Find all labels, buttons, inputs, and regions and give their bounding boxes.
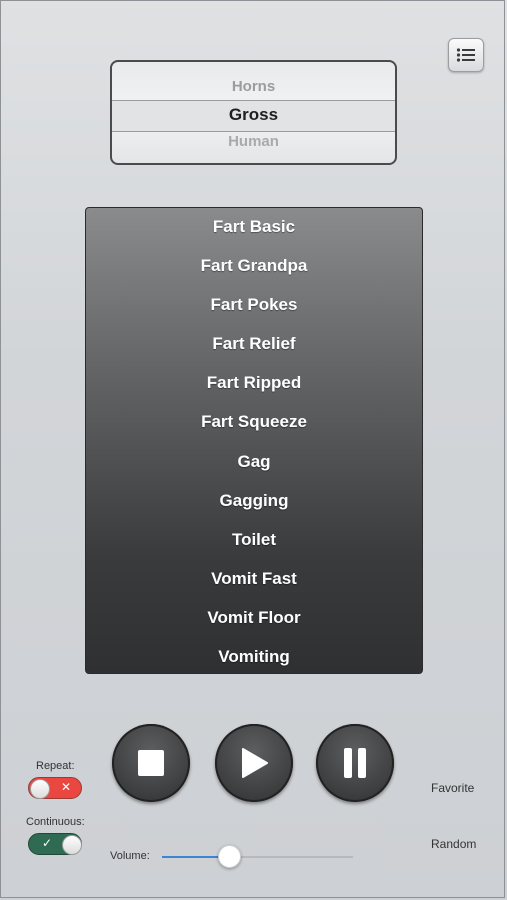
pause-button[interactable] xyxy=(316,724,394,802)
category-picker[interactable]: Horns Gross Human xyxy=(110,60,397,165)
sound-item[interactable]: Vomiting xyxy=(86,637,422,673)
sound-item[interactable]: Fart Pokes xyxy=(86,285,422,324)
volume-slider-thumb[interactable] xyxy=(218,845,241,868)
volume-slider-track[interactable] xyxy=(230,856,353,858)
sound-item[interactable]: Vomit Fast xyxy=(86,559,422,598)
play-icon xyxy=(242,748,268,778)
stop-icon xyxy=(138,750,164,776)
sound-item[interactable]: Gagging xyxy=(86,481,422,520)
repeat-label: Repeat: xyxy=(36,760,75,772)
pause-icon xyxy=(344,748,366,778)
continuous-label: Continuous: xyxy=(26,816,85,828)
picker-option-above[interactable]: Horns xyxy=(112,78,395,95)
sound-item[interactable]: Vomit Floor xyxy=(86,598,422,637)
sound-item[interactable]: Fart Grandpa xyxy=(86,246,422,285)
sound-item[interactable]: Fart Basic xyxy=(86,208,422,246)
picker-option-below[interactable]: Human xyxy=(112,133,395,150)
play-button[interactable] xyxy=(215,724,293,802)
repeat-toggle-knob xyxy=(30,779,50,799)
sound-list[interactable]: Fart Basic Fart Grandpa Fart Pokes Fart … xyxy=(85,207,423,674)
sound-item[interactable]: Gag xyxy=(86,442,422,481)
sound-item[interactable]: Fart Relief xyxy=(86,324,422,363)
repeat-toggle[interactable]: ✕ xyxy=(28,777,82,799)
stop-button[interactable] xyxy=(112,724,190,802)
checkmark-icon: ✓ xyxy=(42,836,53,850)
sound-item[interactable]: Toilet xyxy=(86,520,422,559)
menu-button[interactable] xyxy=(448,38,484,72)
volume-label: Volume: xyxy=(110,850,150,862)
random-button[interactable]: Random xyxy=(431,837,476,851)
picker-option-selected[interactable]: Gross xyxy=(112,105,395,125)
sound-item[interactable]: Fart Squeeze xyxy=(86,402,422,441)
sound-item[interactable]: Fart Ripped xyxy=(86,363,422,402)
list-icon xyxy=(456,48,475,62)
favorite-button[interactable]: Favorite xyxy=(431,781,474,795)
continuous-toggle-knob xyxy=(62,835,82,855)
continuous-toggle[interactable]: ✓ xyxy=(28,833,82,855)
x-icon: ✕ xyxy=(61,780,72,794)
